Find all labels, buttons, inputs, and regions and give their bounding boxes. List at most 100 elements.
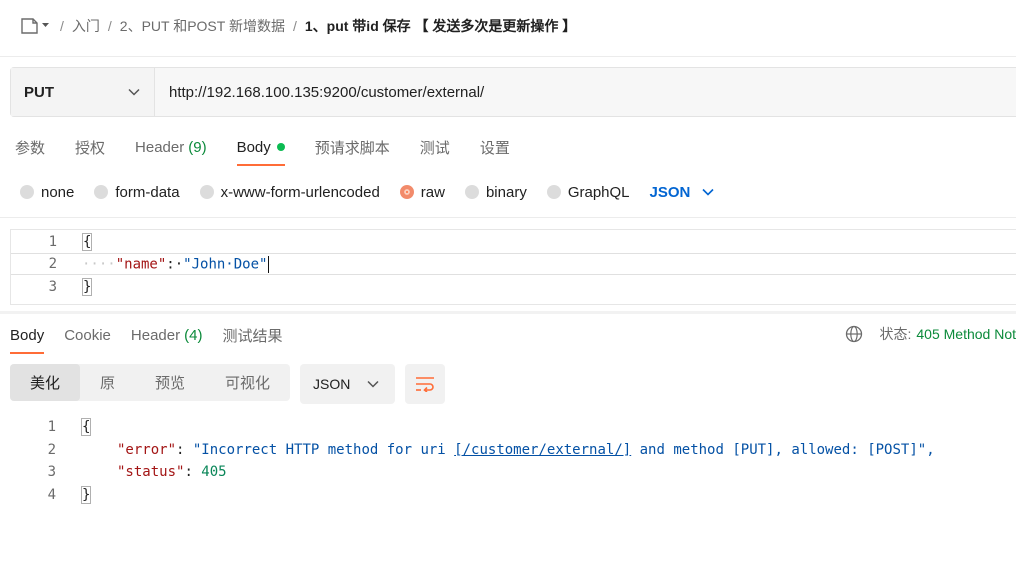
- radio-x-www-form-urlencoded[interactable]: x-www-form-urlencoded: [199, 183, 380, 201]
- text-cursor: [268, 255, 270, 273]
- tab-label: Header: [135, 138, 185, 156]
- tab-params[interactable]: 参数: [15, 132, 45, 162]
- tab-auth[interactable]: 授权: [75, 132, 105, 162]
- view-label: 预览: [154, 375, 185, 392]
- radio-button[interactable]: [199, 185, 214, 199]
- breadcrumb-folder-intro[interactable]: 入门: [72, 16, 100, 36]
- json-string-value: "Incorrect HTTP method for uri: [192, 442, 455, 458]
- radio-binary[interactable]: binary: [464, 183, 527, 201]
- body-format-label: JSON: [649, 183, 691, 201]
- wrap-lines-button[interactable]: [405, 364, 445, 404]
- radio-label: GraphQL: [567, 183, 630, 201]
- json-link-value[interactable]: [/customer/external/]: [454, 442, 631, 458]
- whitespace-marker: ····: [82, 256, 116, 272]
- radio-form-data[interactable]: form-data: [94, 183, 180, 201]
- active-tab-underline: [10, 352, 45, 354]
- view-visualize-button[interactable]: 可视化: [205, 364, 290, 401]
- tab-label: 测试结果: [222, 327, 283, 345]
- code-line: 1 {: [11, 231, 1016, 253]
- view-label: 可视化: [224, 375, 270, 392]
- tab-response-headers[interactable]: Header (4): [131, 321, 203, 349]
- json-string-value: and method [PUT], allowed: [POST]",: [631, 442, 935, 458]
- response-body-viewer[interactable]: 1 { 2 "error": "Incorrect HTTP method fo…: [10, 415, 1016, 507]
- radio-label: form-data: [115, 183, 180, 201]
- header-count: (9): [188, 138, 207, 156]
- tab-label: Body: [236, 138, 271, 156]
- url-input[interactable]: http://192.168.100.135:9200/customer/ext…: [155, 68, 1016, 116]
- request-title[interactable]: 1、put 带id 保存 【 发送多次是更新操作 】: [305, 16, 576, 36]
- breadcrumb-folder-put-post[interactable]: 2、PUT 和POST 新增数据: [120, 16, 285, 36]
- code-text: }: [81, 486, 92, 504]
- line-number: 2: [47, 442, 56, 458]
- tab-label: 参数: [15, 139, 46, 157]
- radio-button[interactable]: [464, 185, 479, 199]
- tab-settings[interactable]: 设置: [480, 132, 510, 162]
- body-indicator-dot: [276, 143, 285, 151]
- radio-button-selected[interactable]: [399, 185, 414, 199]
- view-preview-button[interactable]: 预览: [135, 364, 205, 401]
- code-line: 1 {: [10, 416, 1016, 438]
- response-tabs: Body Cookie Header (4) 测试结果: [10, 320, 302, 354]
- line-number: 1: [48, 234, 57, 250]
- json-key: "name": [115, 256, 167, 272]
- view-pretty-button[interactable]: 美化: [10, 364, 80, 401]
- tab-pre-request-script[interactable]: 预请求脚本: [315, 132, 390, 162]
- json-separator: :: [184, 464, 202, 480]
- json-key: "error": [117, 442, 177, 458]
- response-format-label: JSON: [313, 376, 351, 392]
- radio-label: binary: [485, 183, 527, 201]
- tab-cookies[interactable]: Cookie: [64, 321, 111, 349]
- response-view-modes: 美化 原 预览 可视化: [10, 364, 290, 401]
- radio-label: raw: [420, 183, 445, 201]
- header-divider: [0, 56, 1016, 57]
- globe-icon[interactable]: [845, 325, 863, 343]
- tab-label: 测试: [419, 139, 450, 157]
- code-text: "error": "Incorrect HTTP method for uri …: [117, 442, 935, 458]
- tab-label: 预请求脚本: [314, 139, 390, 157]
- tab-headers[interactable]: Header (9): [135, 132, 207, 162]
- code-line: 2 "error": "Incorrect HTTP method for ur…: [10, 439, 1016, 461]
- tab-tests[interactable]: 测试: [420, 132, 450, 162]
- tab-test-results[interactable]: 测试结果: [222, 321, 282, 349]
- tab-label: Cookie: [64, 326, 111, 344]
- radio-label: x-www-form-urlencoded: [220, 183, 380, 201]
- code-line: 3 }: [11, 276, 1016, 298]
- radio-button[interactable]: [546, 185, 561, 199]
- status-code[interactable]: 405 Method Not: [916, 326, 1016, 342]
- chevron-down-icon: [702, 188, 714, 196]
- line-number: 3: [47, 464, 56, 480]
- section-divider: [0, 217, 1016, 218]
- method-select[interactable]: PUT: [11, 68, 155, 116]
- tab-label: 授权: [75, 139, 106, 157]
- line-number: 4: [47, 487, 56, 503]
- collection-icon[interactable]: [20, 17, 50, 35]
- code-text: {: [82, 233, 93, 251]
- request-body-editor[interactable]: 1 { 2 ····"name":·"John·Doe" 3 }: [10, 229, 1016, 305]
- radio-raw[interactable]: raw: [399, 183, 445, 201]
- status-label: 状态:: [879, 326, 912, 342]
- breadcrumb-separator: /: [292, 18, 297, 34]
- radio-graphql[interactable]: GraphQL: [546, 183, 630, 201]
- radio-button[interactable]: [20, 185, 34, 199]
- view-raw-button[interactable]: 原: [80, 364, 135, 401]
- tab-response-body[interactable]: Body: [10, 321, 45, 354]
- json-separator: :: [176, 442, 193, 458]
- code-line: 4 }: [10, 484, 1016, 506]
- code-line-current: 2 ····"name":·"John·Doe": [11, 253, 1016, 275]
- code-text: ····"name":·"John·Doe": [82, 255, 270, 273]
- radio-none[interactable]: none: [20, 184, 74, 201]
- view-label: 美化: [29, 375, 60, 392]
- pane-resize-handle[interactable]: [0, 311, 1016, 314]
- header-count: (4): [184, 326, 203, 344]
- response-format-select[interactable]: JSON: [300, 364, 395, 404]
- tab-body[interactable]: Body: [236, 132, 285, 166]
- breadcrumb: / 入门 / 2、PUT 和POST 新增数据 / 1、put 带id 保存 【…: [20, 12, 576, 40]
- tab-label: 设置: [479, 139, 510, 157]
- json-key: "status": [117, 464, 185, 480]
- active-tab-underline: [236, 164, 285, 166]
- json-number-value: 405: [201, 464, 227, 480]
- body-format-select[interactable]: JSON: [650, 184, 715, 201]
- radio-label: none: [41, 183, 75, 201]
- tab-label: Header: [130, 326, 181, 344]
- radio-button[interactable]: [94, 185, 109, 199]
